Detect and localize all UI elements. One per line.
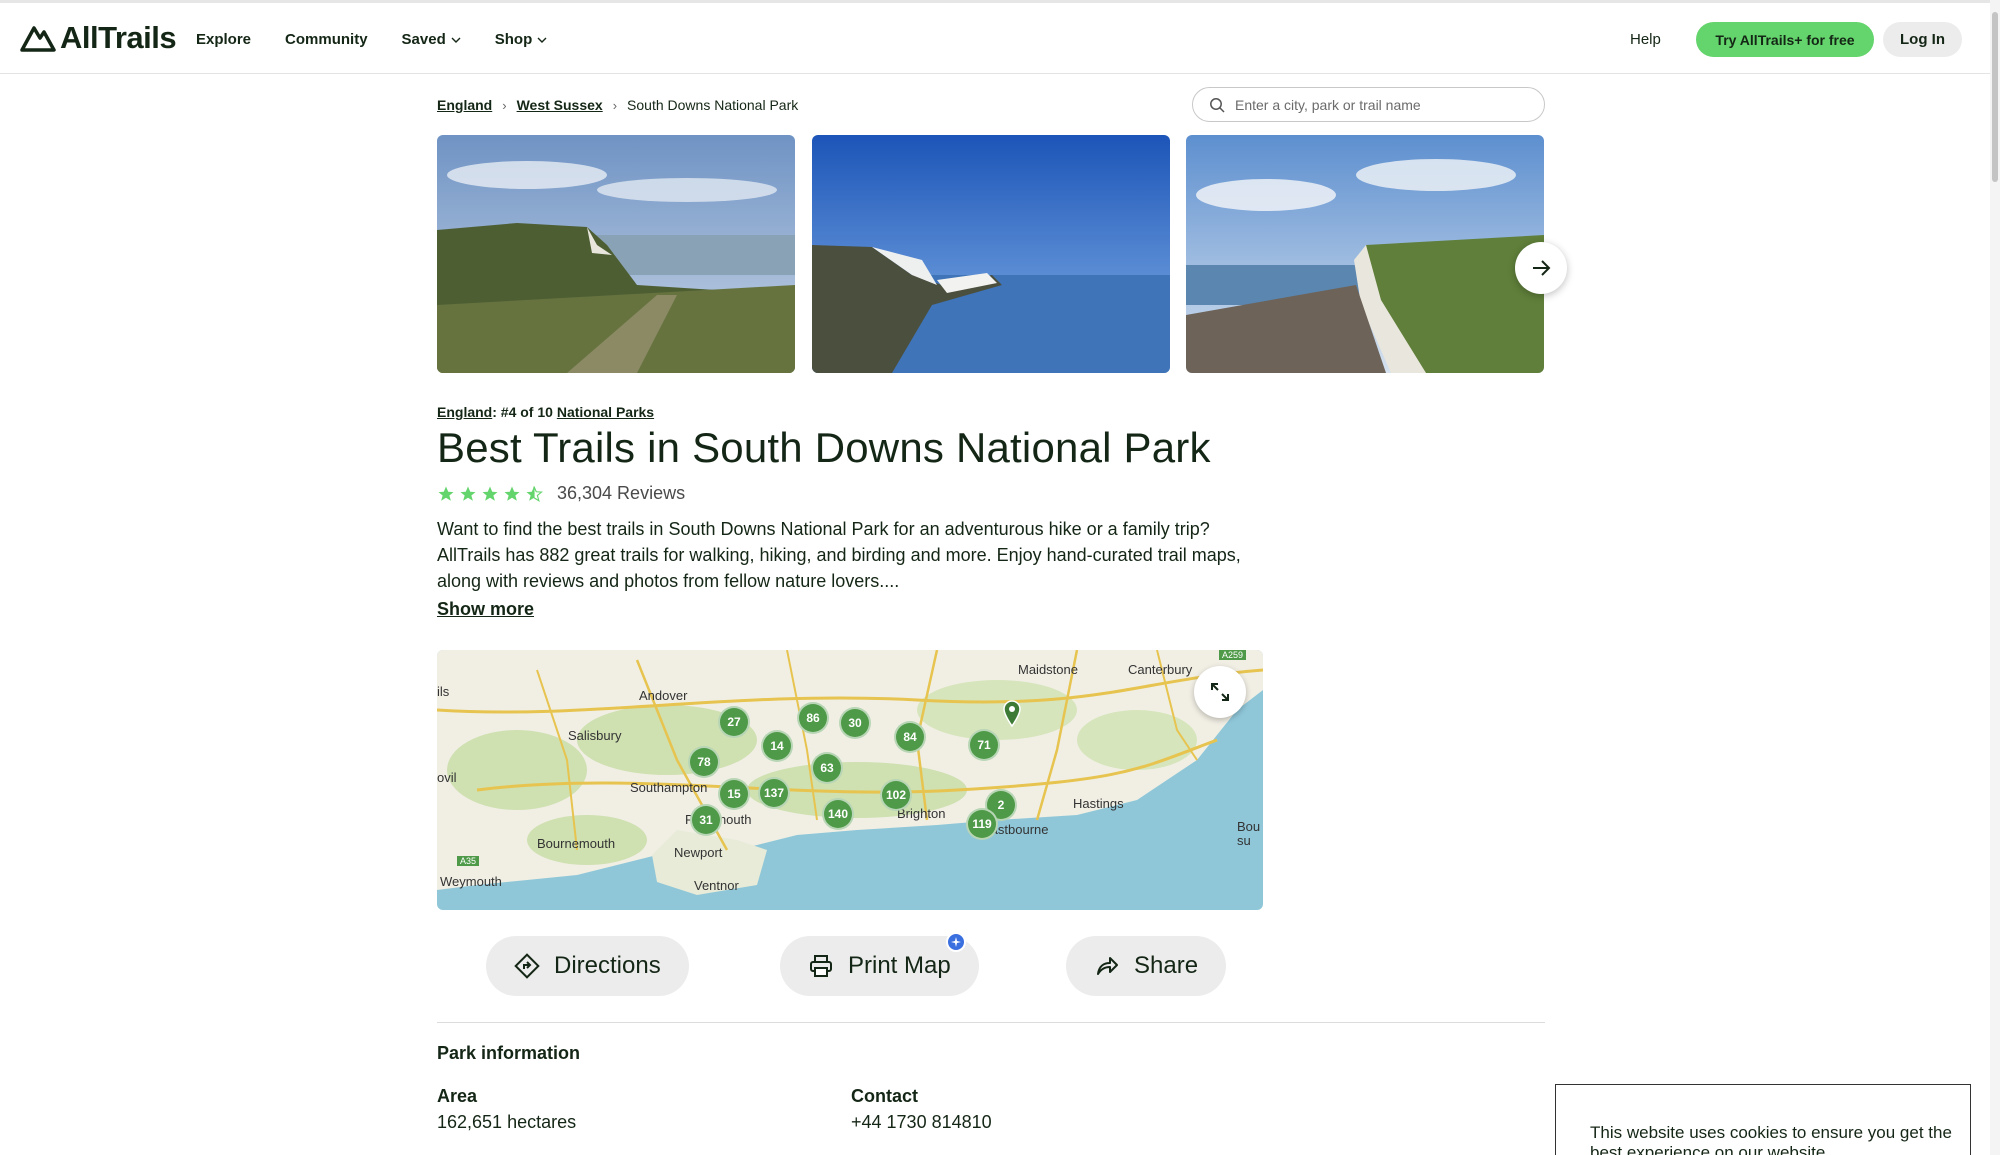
breadcrumb-separator: › bbox=[612, 97, 618, 113]
cookie-banner-text: This website uses cookies to ensure you … bbox=[1590, 1123, 1952, 1155]
page-title: Best Trails in South Downs National Park bbox=[437, 424, 1211, 471]
arrow-right-icon bbox=[1533, 260, 1551, 276]
contact-label: Contact bbox=[851, 1086, 918, 1106]
road-tag-a259: A259 bbox=[1219, 650, 1247, 660]
ranking-region-link[interactable]: England bbox=[437, 404, 492, 420]
nav-shop[interactable]: Shop bbox=[495, 31, 548, 48]
park-location-pin-icon[interactable] bbox=[1002, 699, 1022, 727]
star-icon bbox=[438, 486, 454, 501]
map-base bbox=[437, 650, 1263, 895]
trail-cluster[interactable]: 78 bbox=[688, 746, 720, 778]
scrollbar-thumb[interactable] bbox=[1992, 12, 1998, 182]
breadcrumb-england[interactable]: England bbox=[437, 97, 492, 113]
trail-cluster[interactable]: 119 bbox=[966, 808, 998, 840]
review-count[interactable]: 36,304 Reviews bbox=[557, 483, 685, 504]
trail-cluster[interactable]: 31 bbox=[690, 804, 722, 836]
nav-saved[interactable]: Saved bbox=[402, 31, 461, 48]
park-ranking: England: #4 of 10 National Parks bbox=[437, 404, 654, 420]
half-star-icon bbox=[526, 485, 543, 502]
area-value: 162,651 hectares bbox=[437, 1112, 577, 1132]
trail-cluster[interactable]: 14 bbox=[761, 730, 793, 762]
rating-summary: 36,304 Reviews bbox=[437, 483, 685, 504]
park-description: Want to find the best trails in South Do… bbox=[437, 519, 1241, 591]
star-icon bbox=[504, 486, 520, 501]
map-label-ovil: ovil bbox=[437, 770, 457, 785]
alltrails-plus-badge-icon bbox=[946, 932, 966, 952]
park-photo-2[interactable] bbox=[812, 135, 1170, 373]
star-icon bbox=[460, 486, 476, 501]
park-info-heading: Park information bbox=[437, 1043, 581, 1063]
star-icon bbox=[482, 486, 498, 501]
cookie-banner: This website uses cookies to ensure you … bbox=[1555, 1084, 1971, 1155]
nav-community[interactable]: Community bbox=[285, 31, 368, 48]
try-alltrails-plus-button[interactable]: Try AllTrails+ for free bbox=[1696, 22, 1874, 57]
help-link[interactable]: Help bbox=[1630, 31, 1661, 48]
area-label: Area bbox=[437, 1086, 478, 1106]
trail-cluster[interactable]: 27 bbox=[718, 706, 750, 738]
search-icon bbox=[1210, 97, 1225, 113]
share-icon bbox=[1097, 957, 1118, 975]
directions-label: Directions bbox=[554, 952, 661, 979]
map-label-bournemouth: Bournemouth bbox=[537, 836, 616, 851]
expand-icon bbox=[1211, 683, 1229, 701]
map-label-hastings: Hastings bbox=[1073, 796, 1124, 811]
trail-cluster[interactable]: 63 bbox=[811, 752, 843, 784]
trail-cluster[interactable]: 15 bbox=[718, 778, 750, 810]
main-nav: Explore Community Saved Shop bbox=[196, 31, 547, 48]
ranking-category-link[interactable]: National Parks bbox=[557, 404, 654, 420]
breadcrumb-west-sussex[interactable]: West Sussex bbox=[517, 97, 603, 113]
printer-icon bbox=[810, 955, 832, 977]
breadcrumb-separator: › bbox=[502, 97, 507, 113]
map-label-ventnor: Ventnor bbox=[694, 878, 739, 893]
map-label-salisbury: Salisbury bbox=[568, 728, 622, 743]
nav-saved-label: Saved bbox=[401, 31, 446, 48]
alltrails-logo[interactable]: AllTrails bbox=[20, 20, 177, 56]
share-button[interactable]: Share bbox=[1066, 936, 1227, 996]
search-box[interactable] bbox=[1192, 87, 1545, 122]
trail-cluster[interactable]: 30 bbox=[839, 707, 871, 739]
print-map-label: Print Map bbox=[848, 952, 951, 979]
trail-cluster[interactable]: 137 bbox=[758, 777, 790, 809]
show-more-link[interactable]: Show more bbox=[437, 599, 534, 620]
road-tag-a35: A35 bbox=[457, 856, 480, 866]
section-divider bbox=[437, 1022, 1545, 1023]
map-label-southampton: Southampton bbox=[630, 780, 708, 795]
directions-button[interactable]: Directions bbox=[486, 936, 689, 996]
share-label: Share bbox=[1134, 952, 1199, 979]
logo-text: AllTrails bbox=[60, 20, 177, 55]
map-label-canterbury: Canterbury bbox=[1128, 662, 1193, 677]
chevron-down-icon bbox=[451, 37, 461, 43]
map-label-maidstone: Maidstone bbox=[1018, 662, 1078, 677]
ranking-text: : #4 of 10 bbox=[492, 404, 557, 420]
trail-map[interactable]: Maidstone Canterbury Andover Salisbury S… bbox=[437, 650, 1263, 910]
breadcrumb: England › West Sussex › South Downs Nati… bbox=[437, 97, 798, 113]
map-label-andover: Andover bbox=[639, 688, 688, 703]
map-label-ils: ils bbox=[437, 684, 450, 699]
nav-community-label: Community bbox=[285, 31, 368, 48]
chevron-down-icon bbox=[537, 37, 547, 43]
trail-cluster[interactable]: 102 bbox=[880, 779, 912, 811]
trail-cluster[interactable]: 84 bbox=[894, 721, 926, 753]
map-label-bou-su: Bou su bbox=[1237, 819, 1261, 848]
login-button[interactable]: Log In bbox=[1883, 22, 1962, 57]
contact-value[interactable]: +44 1730 814810 bbox=[851, 1112, 992, 1133]
search-input[interactable] bbox=[1235, 96, 1525, 113]
nav-explore[interactable]: Explore bbox=[196, 31, 251, 48]
mountain-logo-icon bbox=[20, 26, 56, 52]
nav-explore-label: Explore bbox=[196, 31, 252, 48]
map-label-weymouth: Weymouth bbox=[440, 874, 502, 889]
park-photo-3[interactable] bbox=[1186, 135, 1544, 373]
site-header: AllTrails Explore Community Saved Shop H… bbox=[0, 3, 1990, 74]
park-photo-1[interactable] bbox=[437, 135, 795, 373]
next-photo-button[interactable] bbox=[1515, 242, 1567, 294]
trail-cluster[interactable]: 71 bbox=[968, 729, 1000, 761]
nav-shop-label: Shop bbox=[494, 31, 533, 48]
expand-map-button[interactable] bbox=[1194, 666, 1246, 718]
trail-cluster[interactable]: 86 bbox=[797, 702, 829, 734]
page-scrollbar[interactable] bbox=[1990, 0, 2000, 1155]
trail-cluster[interactable]: 140 bbox=[822, 798, 854, 830]
breadcrumb-current: South Downs National Park bbox=[627, 97, 799, 113]
directions-icon bbox=[514, 953, 540, 979]
map-label-newport: Newport bbox=[674, 845, 723, 860]
